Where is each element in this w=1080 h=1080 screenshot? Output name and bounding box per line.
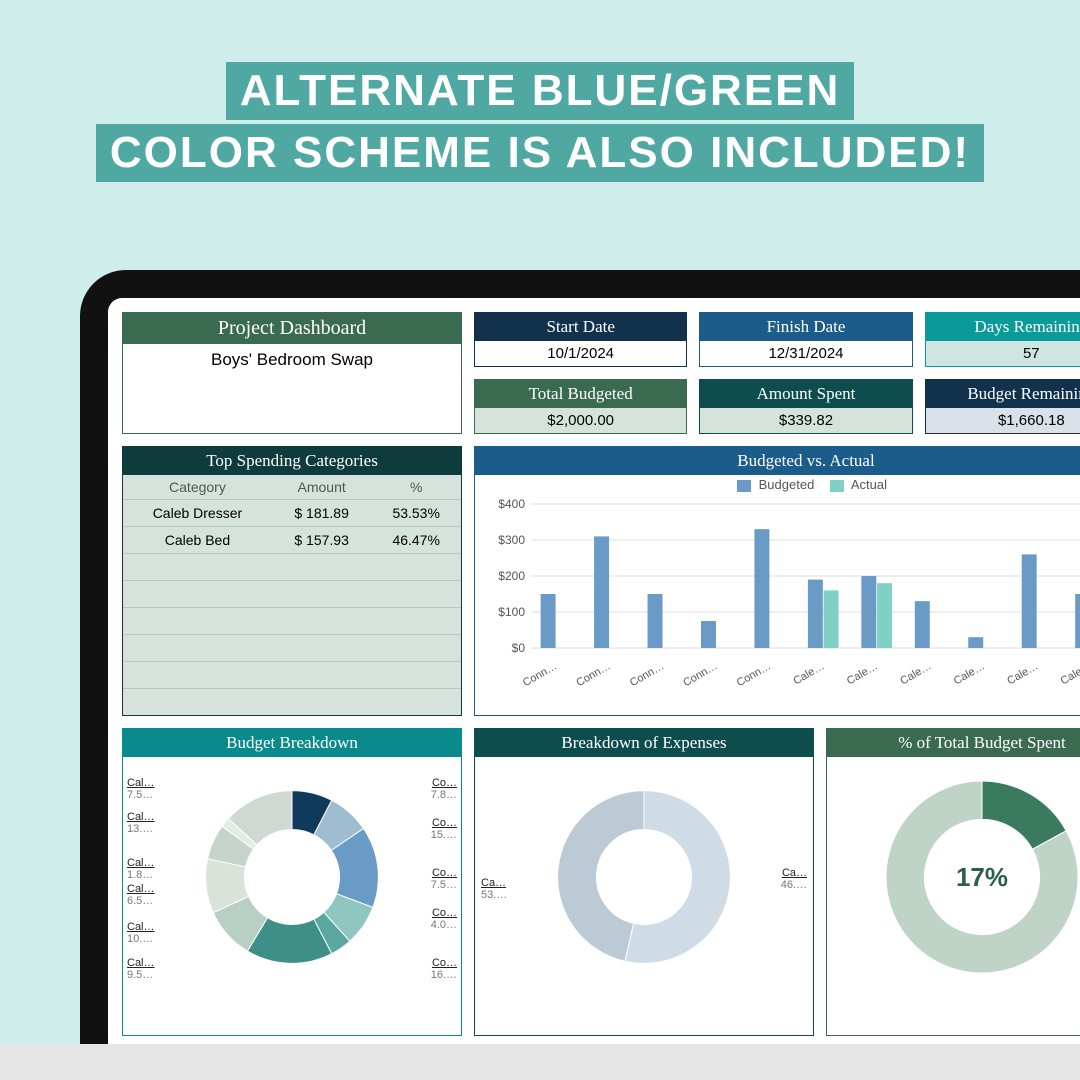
svg-text:Cale…: Cale… xyxy=(1059,660,1080,687)
pct-center-value: 17% xyxy=(956,862,1008,893)
top-categories-title: Top Spending Categories xyxy=(123,447,461,475)
donut-breakdown xyxy=(202,787,382,967)
project-card: Project Dashboard Boys' Bedroom Swap xyxy=(122,312,462,434)
table-row: . xyxy=(123,581,461,608)
svg-text:Cale…: Cale… xyxy=(791,660,826,687)
budget-breakdown-card: Budget Breakdown Cal…7.5… Cal…13.… Cal…1… xyxy=(122,728,462,1036)
start-date-card: Start Date 10/1/2024 xyxy=(474,312,687,367)
col-amount: Amount xyxy=(272,475,372,500)
finish-date-value: 12/31/2024 xyxy=(700,341,911,366)
table-row: . xyxy=(123,635,461,662)
donut-label: Cal…7.5… xyxy=(127,777,155,801)
donut-label: Cal…6.5… xyxy=(127,883,155,907)
bva-title: Budgeted vs. Actual xyxy=(475,447,1080,475)
svg-text:Conn…: Conn… xyxy=(735,660,773,688)
pct-title: % of Total Budget Spent xyxy=(827,729,1080,757)
bar-chart-svg: $0 $100 $200 $300 $400 Conn… Conn… Conn… Conn… Co… xyxy=(485,498,1080,688)
budget-remaining-value: $1,660.18 xyxy=(926,408,1080,433)
table-row: . xyxy=(123,554,461,581)
days-remaining-label: Days Remaining xyxy=(926,313,1080,341)
total-budgeted-card: Total Budgeted $2,000.00 xyxy=(474,379,687,434)
amount-spent-value: $339.82 xyxy=(700,408,911,433)
top-categories-table: Category Amount % Caleb Dresser $ 181.89… xyxy=(123,475,461,715)
banner-line-1: ALTERNATE BLUE/GREEN xyxy=(226,62,855,120)
date-row: Start Date 10/1/2024 Finish Date 12/31/2… xyxy=(474,312,1080,367)
donut-label: Co…16.… xyxy=(431,957,457,981)
total-budgeted-label: Total Budgeted xyxy=(475,380,686,408)
budget-remaining-label: Budget Remaining xyxy=(926,380,1080,408)
finish-date-card: Finish Date 12/31/2024 xyxy=(699,312,912,367)
pct-spent-card: % of Total Budget Spent 17% xyxy=(826,728,1080,1036)
total-budgeted-value: $2,000.00 xyxy=(475,408,686,433)
days-remaining-card: Days Remaining 57 xyxy=(925,312,1080,367)
banner-line-2: COLOR SCHEME IS ALSO INCLUDED! xyxy=(96,124,984,182)
dashboard-screen: Project Dashboard Boys' Bedroom Swap Sta… xyxy=(108,298,1080,1050)
legend-swatch-actual xyxy=(830,480,844,492)
expenses-title: Breakdown of Expenses xyxy=(475,729,813,757)
legend-actual: Actual xyxy=(851,477,887,492)
svg-text:$400: $400 xyxy=(498,498,525,511)
svg-text:$0: $0 xyxy=(512,641,526,655)
start-date-value: 10/1/2024 xyxy=(475,341,686,366)
amount-spent-label: Amount Spent xyxy=(700,380,911,408)
svg-text:Conn…: Conn… xyxy=(521,660,559,688)
amount-spent-card: Amount Spent $339.82 xyxy=(699,379,912,434)
expenses-breakdown-card: Breakdown of Expenses Ca…53.… Ca…46.… xyxy=(474,728,814,1036)
legend-budgeted: Budgeted xyxy=(759,477,815,492)
budget-remaining-card: Budget Remaining $1,660.18 xyxy=(925,379,1080,434)
start-date-label: Start Date xyxy=(475,313,686,341)
svg-text:Cale…: Cale… xyxy=(952,660,987,687)
donut-label: Co…4.0… xyxy=(431,907,457,931)
legend-swatch-budgeted xyxy=(737,480,751,492)
svg-text:Conn…: Conn… xyxy=(628,660,666,688)
donut-label: Ca…46.… xyxy=(781,867,807,891)
donut-label: Cal…10.… xyxy=(127,921,155,945)
svg-text:$100: $100 xyxy=(498,605,525,619)
project-title: Project Dashboard xyxy=(123,313,461,344)
bva-chart: $0 $100 $200 $300 $400 Conn… Conn… Conn… Conn… Co… xyxy=(475,494,1080,690)
donut-label: Co…15.… xyxy=(431,817,457,841)
budgeted-vs-actual-card: Budgeted vs. Actual Budgeted Actual $0 $1… xyxy=(474,446,1080,716)
donut-label: Cal…13.… xyxy=(127,811,155,835)
table-row: Caleb Bed $ 157.93 46.47% xyxy=(123,527,461,554)
budget-breakdown-title: Budget Breakdown xyxy=(123,729,461,757)
svg-text:$300: $300 xyxy=(498,533,525,547)
top-categories-card: Top Spending Categories Category Amount … xyxy=(122,446,462,716)
col-pct: % xyxy=(371,475,461,500)
svg-text:Conn…: Conn… xyxy=(681,660,719,688)
project-name: Boys' Bedroom Swap xyxy=(123,344,461,376)
table-row: . xyxy=(123,689,461,716)
donut-label: Co…7.5… xyxy=(431,867,457,891)
donut-label: Ca…53.… xyxy=(481,877,507,901)
laptop-stand xyxy=(0,1044,1080,1080)
svg-text:Cale…: Cale… xyxy=(898,660,933,687)
table-row: Caleb Dresser $ 181.89 53.53% xyxy=(123,500,461,527)
bva-legend: Budgeted Actual xyxy=(475,475,1080,494)
svg-text:Cale…: Cale… xyxy=(1005,660,1040,687)
donut-label: Cal…9.5… xyxy=(127,957,155,981)
svg-text:$200: $200 xyxy=(498,569,525,583)
svg-text:Cale…: Cale… xyxy=(845,660,880,687)
budget-row: Total Budgeted $2,000.00 Amount Spent $3… xyxy=(474,379,1080,434)
svg-text:Conn…: Conn… xyxy=(574,660,612,688)
donut-expenses xyxy=(554,787,734,967)
col-category: Category xyxy=(123,475,272,500)
promo-banner: ALTERNATE BLUE/GREEN COLOR SCHEME IS ALS… xyxy=(0,0,1080,214)
finish-date-label: Finish Date xyxy=(700,313,911,341)
donut-label: Cal…1.8… xyxy=(127,857,155,881)
days-remaining-value: 57 xyxy=(926,341,1080,366)
table-row: . xyxy=(123,608,461,635)
laptop-frame: Project Dashboard Boys' Bedroom Swap Sta… xyxy=(80,270,1080,1050)
table-row: . xyxy=(123,662,461,689)
bottom-row: Budget Breakdown Cal…7.5… Cal…13.… Cal…1… xyxy=(122,728,1080,1036)
donut-label: Co…7.8… xyxy=(431,777,457,801)
